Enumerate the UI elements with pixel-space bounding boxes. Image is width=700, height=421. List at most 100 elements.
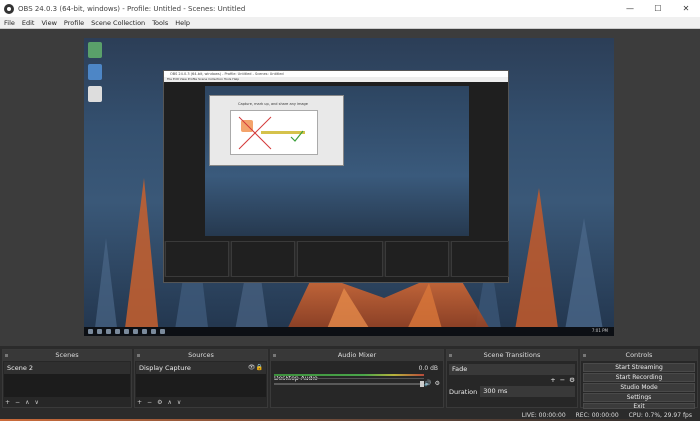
controls-title: Controls [625,351,653,359]
scenes-list[interactable]: Scene 2 [4,362,130,397]
live-status: LIVE: 00:00:00 [521,412,566,419]
menu-scene-collection[interactable]: Scene Collection [91,19,145,27]
scene-item[interactable]: Scene 2 [4,362,130,374]
mixer-icons: 🔊 ⚙ [424,380,440,387]
start-recording-button[interactable]: Start Recording [583,373,695,382]
scene-transitions-dock: Scene Transitions Fade + − ⚙ Duration 30… [446,349,578,408]
studio-mode-button[interactable]: Studio Mode [583,383,695,392]
mixer-track-desktop-audio: Desktop Audio 0.0 dB 🔊 ⚙ [274,365,440,395]
source-label: Display Capture [139,364,191,372]
remove-scene-button[interactable]: − [15,399,20,406]
scenes-dock-title: Scenes [3,350,131,361]
nested-scenes-dock [165,241,229,277]
taskbar-icon[interactable] [115,329,120,334]
menu-edit[interactable]: Edit [22,19,35,27]
dialog-text: Capture, mark up, and share any image [238,102,308,106]
controls-dock-title: Controls [581,350,697,361]
desktop-icon-recycle[interactable] [88,42,102,58]
speaker-icon[interactable]: 🔊 [424,380,431,387]
mixer-title: Audio Mixer [337,351,377,359]
move-down-button[interactable]: ∨ [177,399,181,406]
duration-input[interactable]: 300 ms [480,386,575,397]
source-item[interactable]: Display Capture 👁🔒 [136,362,266,374]
cpu-status: CPU: 0.7%, 29.97 fps [628,412,692,419]
add-transition-button[interactable]: + [550,376,555,384]
track-db: 0.0 dB [418,365,438,372]
desktop-icon-app[interactable] [88,64,102,80]
remove-source-button[interactable]: − [147,399,152,406]
source-visibility-icon[interactable]: 👁🔒 [248,364,263,372]
move-up-button[interactable]: ∧ [167,399,171,406]
title-bar: OBS 24.0.3 (64-bit, windows) - Profile: … [0,0,700,17]
taskbar-icon[interactable] [97,329,102,334]
volume-slider[interactable] [274,381,424,387]
source-properties-button[interactable]: ⚙ [157,399,162,406]
duration-label: Duration [449,387,478,396]
taskbar-icon[interactable] [124,329,129,334]
menu-file[interactable]: File [4,19,15,27]
minimize-button[interactable]: — [616,0,644,17]
sources-dock-title: Sources [135,350,267,361]
transitions-dock-title: Scene Transitions [447,350,577,361]
menu-profile[interactable]: Profile [64,19,84,27]
taskbar-icon[interactable] [106,329,111,334]
exit-button[interactable]: Exit [583,403,695,410]
menu-tools[interactable]: Tools [152,19,168,27]
dock-float-icon[interactable] [273,354,276,357]
menu-help[interactable]: Help [175,19,190,27]
taskbar-icon[interactable] [151,329,156,334]
maximize-button[interactable]: ☐ [644,0,672,17]
volume-meter [274,374,424,376]
mixer-dock-title: Audio Mixer [271,350,443,361]
remove-transition-button[interactable]: − [560,376,565,384]
rec-status: REC: 00:00:00 [575,412,619,419]
move-up-button[interactable]: ∧ [25,399,29,406]
transition-properties-button[interactable]: ⚙ [569,376,575,384]
nested-controls-dock [451,241,509,277]
close-button[interactable]: ✕ [672,0,700,17]
taskbar-clock: 7:01 PM [591,328,608,333]
scenes-toolbar: + − ∧ ∨ [5,398,39,406]
desktop-icon-obs[interactable] [88,86,102,102]
scenes-title: Scenes [55,351,79,359]
desktop-capture-preview: OBS 24.0.3 (64-bit, windows) - Profile: … [84,38,614,336]
dock-float-icon[interactable] [449,354,452,357]
add-source-button[interactable]: + [137,399,142,406]
nested-docks [164,241,509,277]
transition-select[interactable]: Fade [449,364,575,375]
snip-dialog: Capture, mark up, and share any image [209,95,344,166]
dialog-markup-icon [238,116,304,150]
dock-float-icon[interactable] [5,354,8,357]
nested-transitions-dock [385,241,449,277]
menu-bar: File Edit View Profile Scene Collection … [0,17,700,29]
volume-meter-peak [274,378,424,379]
audio-mixer-dock: Audio Mixer Desktop Audio 0.0 dB 🔊 ⚙ [270,349,444,408]
taskbar-icon[interactable] [142,329,147,334]
transition-select-row: Fade [449,364,575,375]
start-streaming-button[interactable]: Start Streaming [583,363,695,372]
add-scene-button[interactable]: + [5,399,10,406]
sources-list[interactable]: Display Capture 👁🔒 [136,362,266,397]
obs-logo-icon [4,3,14,14]
dock-float-icon[interactable] [583,354,586,357]
sources-toolbar: + − ⚙ ∧ ∨ [137,398,181,406]
menu-view[interactable]: View [41,19,56,27]
windows-taskbar: 7:01 PM [84,327,614,336]
scenes-dock: Scenes Scene 2 + − ∧ ∨ [2,349,132,408]
gear-icon[interactable]: ⚙ [435,380,440,387]
nested-sources-dock [231,241,295,277]
preview-area[interactable]: OBS 24.0.3 (64-bit, windows) - Profile: … [0,29,700,346]
sources-title: Sources [188,351,214,359]
taskbar-icon[interactable] [133,329,138,334]
settings-button[interactable]: Settings [583,393,695,402]
controls-dock: Controls Start Streaming Start Recording… [580,349,698,410]
duration-row: Duration 300 ms [449,386,575,397]
taskbar-icon[interactable] [160,329,165,334]
dock-float-icon[interactable] [137,354,140,357]
nested-mixer-dock [297,241,383,277]
move-down-button[interactable]: ∨ [34,399,38,406]
transitions-title: Scene Transitions [483,351,541,359]
start-icon[interactable] [88,329,93,334]
dialog-image [230,110,318,155]
sources-dock: Sources Display Capture 👁🔒 + − ⚙ ∧ ∨ [134,349,268,408]
